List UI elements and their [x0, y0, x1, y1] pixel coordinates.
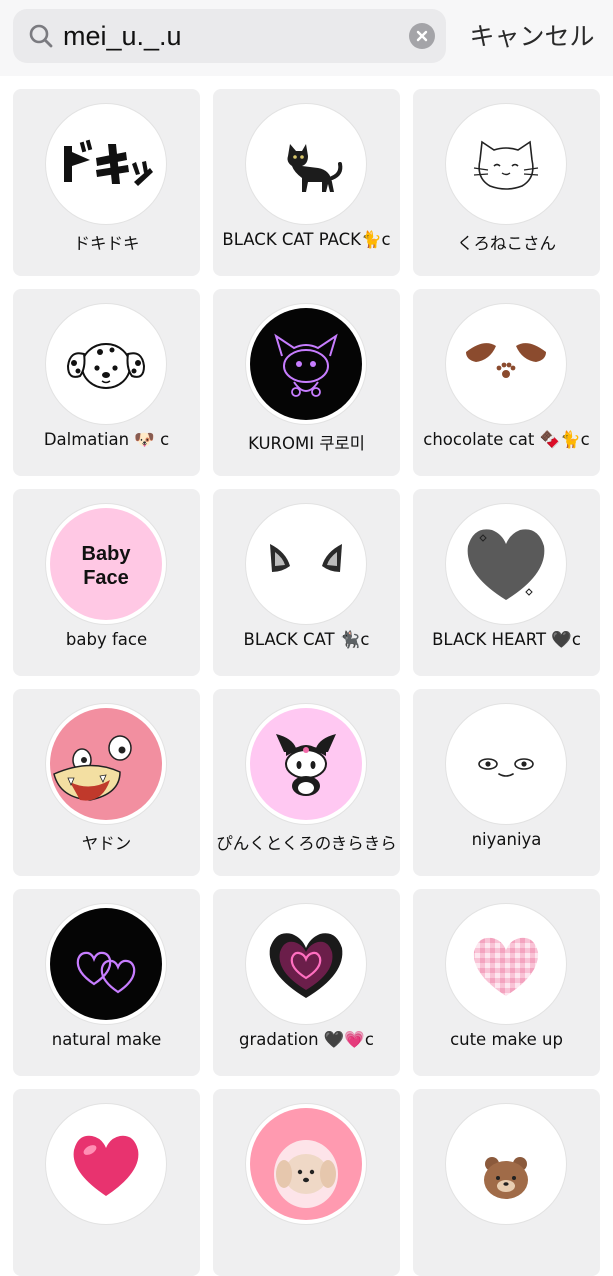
- search-input[interactable]: [63, 19, 403, 53]
- filter-tile[interactable]: chocolate cat 🍫🐈c: [413, 289, 600, 476]
- filter-tile[interactable]: niyaniya: [413, 689, 600, 876]
- filter-tile[interactable]: KUROMI 쿠로미: [213, 289, 400, 476]
- kuromi-neon-icon: [250, 308, 362, 420]
- filter-tile[interactable]: cute make up: [413, 889, 600, 1076]
- bear-icon: [450, 1108, 562, 1220]
- black-cat-icon: [250, 108, 362, 220]
- search-icon: [29, 24, 53, 48]
- filter-label: niyaniya: [471, 830, 542, 849]
- slowpoke-icon: [50, 708, 162, 820]
- glow-heart-icon: [250, 908, 362, 1020]
- clear-search-button[interactable]: [409, 23, 435, 49]
- filter-label: Dalmatian 🐶 c: [43, 430, 170, 449]
- filter-tile[interactable]: [213, 1089, 400, 1276]
- filter-label: BLACK CAT PACK🐈c: [222, 230, 391, 249]
- filter-label: BLACK HEART 🖤c: [432, 630, 581, 649]
- filter-label: natural make: [51, 1030, 162, 1049]
- filter-tile[interactable]: Baby Face baby face: [13, 489, 200, 676]
- search-bar: キャンセル: [0, 0, 613, 76]
- filter-tile[interactable]: Dalmatian 🐶 c: [13, 289, 200, 476]
- filter-label: chocolate cat 🍫🐈c: [423, 430, 590, 449]
- dalmatian-icon: [50, 308, 162, 420]
- filter-tile[interactable]: BLACK CAT PACK🐈c: [213, 89, 400, 276]
- cancel-button[interactable]: キャンセル: [462, 19, 602, 55]
- gingham-heart-icon: [450, 908, 562, 1020]
- filter-tile[interactable]: ヤドン: [13, 689, 200, 876]
- filter-label: ドキドキ: [73, 234, 140, 253]
- face-text: Face: [83, 567, 129, 589]
- filter-label: ぴんくとくろのきらきら: [216, 834, 397, 853]
- filter-label: KUROMI 쿠로미: [248, 434, 365, 453]
- cat-ears-icon: [250, 508, 362, 620]
- filter-tile[interactable]: BLACK CAT 🐈‍⬛c: [213, 489, 400, 676]
- baby-text: Baby: [82, 543, 132, 565]
- baby-face-text-icon: Baby Face: [50, 508, 162, 620]
- puppy-icon: [250, 1108, 362, 1220]
- kuromi-pink-icon: [250, 708, 362, 820]
- filter-tile[interactable]: BLACK HEART 🖤c: [413, 489, 600, 676]
- smirk-eyes-icon: [450, 708, 562, 820]
- filter-label: cute make up: [450, 1030, 563, 1049]
- filter-tile[interactable]: gradation 🖤💗c: [213, 889, 400, 1076]
- filter-tile[interactable]: [413, 1089, 600, 1276]
- filter-label: BLACK CAT 🐈‍⬛c: [243, 630, 370, 649]
- doki-text-icon: [50, 108, 162, 220]
- filter-tile[interactable]: くろねこさん: [413, 89, 600, 276]
- cat-line-drawing-icon: [450, 108, 562, 220]
- filter-label: baby face: [65, 630, 148, 649]
- filter-label: gradation 🖤💗c: [239, 1030, 374, 1049]
- filter-label: ヤドン: [81, 834, 132, 853]
- black-heart-icon: [450, 508, 562, 620]
- search-field[interactable]: [13, 9, 446, 63]
- filter-tile[interactable]: [13, 1089, 200, 1276]
- filter-tile[interactable]: ぴんくとくろのきらきら: [213, 689, 400, 876]
- neon-hearts-icon: [50, 908, 162, 1020]
- brown-cat-ears-icon: [450, 308, 562, 420]
- filter-label: くろねこさん: [457, 234, 556, 253]
- filter-tile[interactable]: natural make: [13, 889, 200, 1076]
- pink-heart-icon: [50, 1108, 162, 1220]
- close-icon: [416, 30, 428, 42]
- filter-tile[interactable]: ドキドキ: [13, 89, 200, 276]
